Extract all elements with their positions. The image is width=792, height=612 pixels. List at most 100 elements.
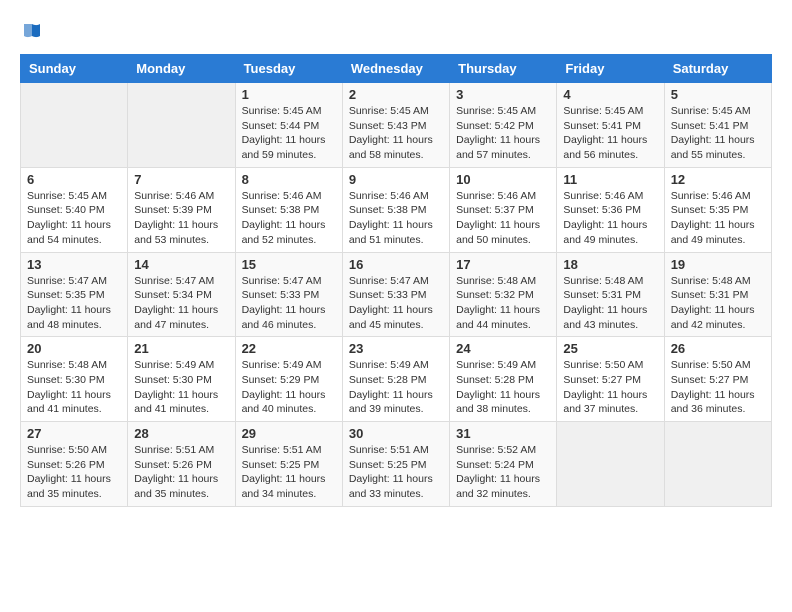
day-info: Sunrise: 5:48 AMSunset: 5:30 PMDaylight:… — [27, 358, 121, 417]
calendar-day-cell: 8Sunrise: 5:46 AMSunset: 5:38 PMDaylight… — [235, 167, 342, 252]
calendar-day-cell: 14 Sunrise: 5:47 AMSunset: 5:34 PMDayligh… — [128, 252, 235, 337]
day-number: 24 — [456, 341, 550, 356]
calendar-day-cell: 16Sunrise: 5:47 AMSunset: 5:33 PMDayligh… — [342, 252, 449, 337]
day-number: 21 — [134, 341, 228, 356]
calendar-day-cell — [557, 422, 664, 507]
calendar-day-cell: 7 Sunrise: 5:46 AMSunset: 5:39 PMDaylight… — [128, 167, 235, 252]
day-info: Sunrise: 5:45 AMSunset: 5:44 PMDaylight:… — [242, 104, 336, 163]
calendar-day-cell: 18 Sunrise: 5:48 AMSunset: 5:31 PMDayligh… — [557, 252, 664, 337]
day-number: 15 — [242, 257, 336, 272]
calendar-week-row: 1 Sunrise: 5:45 AMSunset: 5:44 PMDaylight… — [21, 83, 772, 168]
calendar-day-cell: 21 Sunrise: 5:49 AMSunset: 5:30 PMDayligh… — [128, 337, 235, 422]
day-info: Sunrise: 5:49 AMSunset: 5:29 PMDaylight:… — [242, 358, 336, 417]
day-info: Sunrise: 5:50 AMSunset: 5:27 PMDaylight:… — [671, 358, 765, 417]
day-info: Sunrise: 5:51 AMSunset: 5:25 PMDaylight:… — [242, 443, 336, 502]
day-info: Sunrise: 5:45 AMSunset: 5:42 PMDaylight:… — [456, 104, 550, 163]
weekday-header: Tuesday — [235, 55, 342, 83]
weekday-header: Saturday — [664, 55, 771, 83]
calendar-day-cell: 11 Sunrise: 5:46 AMSunset: 5:36 PMDayligh… — [557, 167, 664, 252]
day-info: Sunrise: 5:47 AMSunset: 5:34 PMDaylight:… — [134, 274, 228, 333]
day-number: 12 — [671, 172, 765, 187]
calendar-header-row: SundayMondayTuesdayWednesdayThursdayFrid… — [21, 55, 772, 83]
day-number: 14 — [134, 257, 228, 272]
day-number: 29 — [242, 426, 336, 441]
calendar-day-cell: 29 Sunrise: 5:51 AMSunset: 5:25 PMDayligh… — [235, 422, 342, 507]
day-number: 19 — [671, 257, 765, 272]
day-number: 20 — [27, 341, 121, 356]
day-number: 28 — [134, 426, 228, 441]
day-info: Sunrise: 5:49 AMSunset: 5:28 PMDaylight:… — [349, 358, 443, 417]
weekday-header: Monday — [128, 55, 235, 83]
day-number: 31 — [456, 426, 550, 441]
calendar-day-cell: 6 Sunrise: 5:45 AMSunset: 5:40 PMDaylight… — [21, 167, 128, 252]
calendar-day-cell — [128, 83, 235, 168]
day-info: Sunrise: 5:45 AMSunset: 5:40 PMDaylight:… — [27, 189, 121, 248]
day-number: 26 — [671, 341, 765, 356]
day-info: Sunrise: 5:46 AMSunset: 5:37 PMDaylight:… — [456, 189, 550, 248]
day-number: 25 — [563, 341, 657, 356]
day-number: 27 — [27, 426, 121, 441]
day-number: 9 — [349, 172, 443, 187]
calendar-day-cell: 12 Sunrise: 5:46 AMSunset: 5:35 PMDayligh… — [664, 167, 771, 252]
calendar-day-cell: 5 Sunrise: 5:45 AMSunset: 5:41 PMDaylight… — [664, 83, 771, 168]
calendar-week-row: 6 Sunrise: 5:45 AMSunset: 5:40 PMDaylight… — [21, 167, 772, 252]
day-info: Sunrise: 5:48 AMSunset: 5:31 PMDaylight:… — [563, 274, 657, 333]
day-number: 22 — [242, 341, 336, 356]
day-info: Sunrise: 5:46 AMSunset: 5:36 PMDaylight:… — [563, 189, 657, 248]
day-info: Sunrise: 5:49 AMSunset: 5:30 PMDaylight:… — [134, 358, 228, 417]
day-number: 6 — [27, 172, 121, 187]
day-info: Sunrise: 5:45 AMSunset: 5:43 PMDaylight:… — [349, 104, 443, 163]
calendar-day-cell: 2 Sunrise: 5:45 AMSunset: 5:43 PMDaylight… — [342, 83, 449, 168]
calendar-day-cell: 31 Sunrise: 5:52 AMSunset: 5:24 PMDayligh… — [450, 422, 557, 507]
calendar-week-row: 27Sunrise: 5:50 AMSunset: 5:26 PMDayligh… — [21, 422, 772, 507]
calendar-day-cell: 3Sunrise: 5:45 AMSunset: 5:42 PMDaylight… — [450, 83, 557, 168]
day-info: Sunrise: 5:52 AMSunset: 5:24 PMDaylight:… — [456, 443, 550, 502]
day-number: 17 — [456, 257, 550, 272]
day-info: Sunrise: 5:50 AMSunset: 5:27 PMDaylight:… — [563, 358, 657, 417]
day-info: Sunrise: 5:45 AMSunset: 5:41 PMDaylight:… — [671, 104, 765, 163]
calendar-day-cell: 19 Sunrise: 5:48 AMSunset: 5:31 PMDayligh… — [664, 252, 771, 337]
day-info: Sunrise: 5:46 AMSunset: 5:35 PMDaylight:… — [671, 189, 765, 248]
day-number: 13 — [27, 257, 121, 272]
day-number: 1 — [242, 87, 336, 102]
calendar-table: SundayMondayTuesdayWednesdayThursdayFrid… — [20, 54, 772, 507]
calendar-day-cell: 26 Sunrise: 5:50 AMSunset: 5:27 PMDayligh… — [664, 337, 771, 422]
day-number: 5 — [671, 87, 765, 102]
calendar-day-cell: 25 Sunrise: 5:50 AMSunset: 5:27 PMDayligh… — [557, 337, 664, 422]
day-number: 7 — [134, 172, 228, 187]
day-info: Sunrise: 5:47 AMSunset: 5:35 PMDaylight:… — [27, 274, 121, 333]
day-info: Sunrise: 5:45 AMSunset: 5:41 PMDaylight:… — [563, 104, 657, 163]
calendar-day-cell: 20 Sunrise: 5:48 AMSunset: 5:30 PMDayligh… — [21, 337, 128, 422]
day-info: Sunrise: 5:51 AMSunset: 5:26 PMDaylight:… — [134, 443, 228, 502]
calendar-day-cell: 9 Sunrise: 5:46 AMSunset: 5:38 PMDaylight… — [342, 167, 449, 252]
day-info: Sunrise: 5:46 AMSunset: 5:38 PMDaylight:… — [349, 189, 443, 248]
day-number: 30 — [349, 426, 443, 441]
page-header — [20, 20, 772, 44]
calendar-day-cell: 15 Sunrise: 5:47 AMSunset: 5:33 PMDayligh… — [235, 252, 342, 337]
day-info: Sunrise: 5:48 AMSunset: 5:32 PMDaylight:… — [456, 274, 550, 333]
weekday-header: Wednesday — [342, 55, 449, 83]
logo-icon — [20, 20, 44, 44]
day-number: 4 — [563, 87, 657, 102]
weekday-header: Friday — [557, 55, 664, 83]
day-info: Sunrise: 5:48 AMSunset: 5:31 PMDaylight:… — [671, 274, 765, 333]
day-info: Sunrise: 5:49 AMSunset: 5:28 PMDaylight:… — [456, 358, 550, 417]
day-info: Sunrise: 5:47 AMSunset: 5:33 PMDaylight:… — [349, 274, 443, 333]
calendar-day-cell: 4 Sunrise: 5:45 AMSunset: 5:41 PMDaylight… — [557, 83, 664, 168]
day-number: 11 — [563, 172, 657, 187]
day-info: Sunrise: 5:51 AMSunset: 5:25 PMDaylight:… — [349, 443, 443, 502]
calendar-day-cell: 27Sunrise: 5:50 AMSunset: 5:26 PMDayligh… — [21, 422, 128, 507]
calendar-day-cell: 23Sunrise: 5:49 AMSunset: 5:28 PMDayligh… — [342, 337, 449, 422]
day-info: Sunrise: 5:47 AMSunset: 5:33 PMDaylight:… — [242, 274, 336, 333]
day-info: Sunrise: 5:46 AMSunset: 5:39 PMDaylight:… — [134, 189, 228, 248]
weekday-header: Sunday — [21, 55, 128, 83]
calendar-day-cell: 1 Sunrise: 5:45 AMSunset: 5:44 PMDaylight… — [235, 83, 342, 168]
day-number: 18 — [563, 257, 657, 272]
calendar-week-row: 20 Sunrise: 5:48 AMSunset: 5:30 PMDayligh… — [21, 337, 772, 422]
calendar-day-cell: 28 Sunrise: 5:51 AMSunset: 5:26 PMDayligh… — [128, 422, 235, 507]
logo — [20, 20, 48, 44]
weekday-header: Thursday — [450, 55, 557, 83]
day-info: Sunrise: 5:46 AMSunset: 5:38 PMDaylight:… — [242, 189, 336, 248]
calendar-day-cell — [21, 83, 128, 168]
day-number: 2 — [349, 87, 443, 102]
